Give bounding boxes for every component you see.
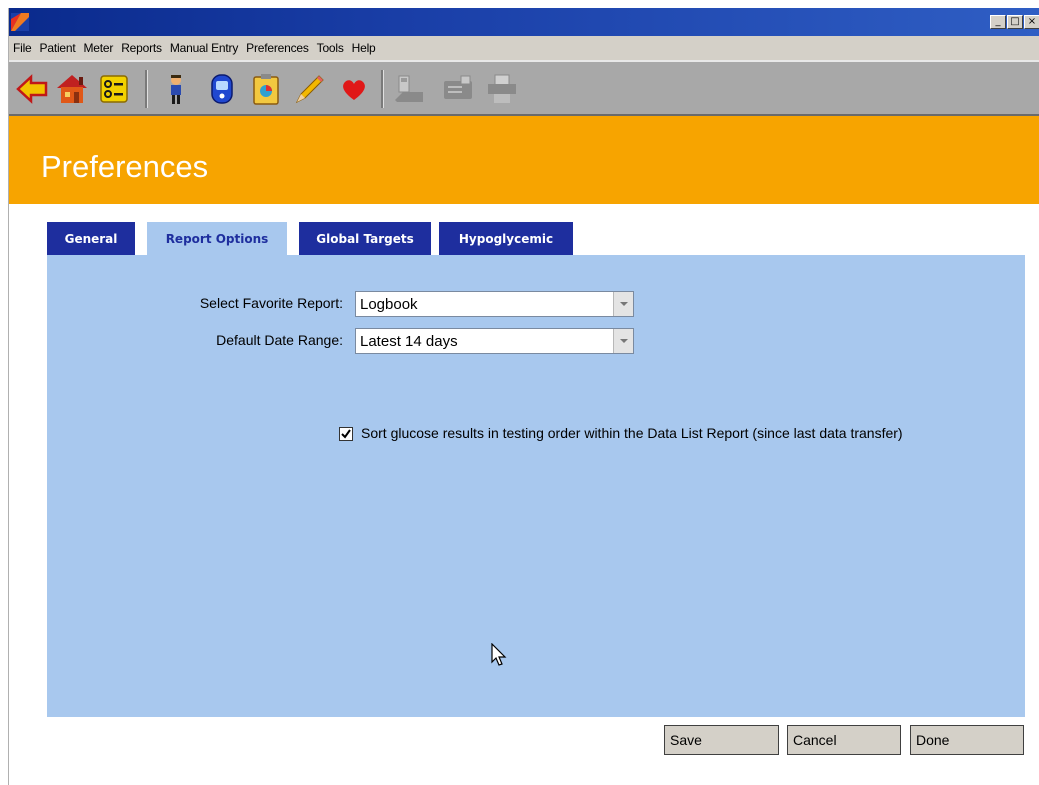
tab-hypoglycemic[interactable]: Hypoglycemic [439,222,573,255]
meter-icon[interactable] [205,72,239,106]
patient-list-icon[interactable] [97,72,131,106]
maximize-button[interactable]: □ [1007,15,1023,29]
sort-results-label[interactable]: Sort glucose results in testing order wi… [361,425,903,441]
favorite-report-select[interactable]: Logbook [355,291,634,317]
home-icon[interactable] [55,72,89,106]
menu-preferences[interactable]: Preferences [242,41,313,55]
toolbar-separator [381,70,384,108]
menu-reports[interactable]: Reports [117,41,166,55]
sort-results-checkbox[interactable] [339,427,353,441]
device-icon[interactable] [393,72,427,106]
back-arrow-icon[interactable] [15,72,49,106]
chevron-down-icon[interactable] [613,329,633,353]
toolbar [9,60,1039,116]
save-button[interactable]: Save [664,725,779,755]
toolbar-separator [145,70,148,108]
app-logo-icon [11,13,29,31]
chevron-down-icon[interactable] [613,292,633,316]
minimize-button[interactable]: _ [990,15,1006,29]
tab-report-options[interactable]: Report Options [147,222,287,257]
tab-general[interactable]: General [47,222,135,255]
menu-tools[interactable]: Tools [313,41,348,55]
favorite-report-label: Select Favorite Report: [199,295,343,311]
menu-bar: File Patient Meter Reports Manual Entry … [9,36,1039,60]
date-range-select[interactable]: Latest 14 days [355,328,634,354]
menu-patient[interactable]: Patient [36,41,80,55]
menu-meter[interactable]: Meter [80,41,118,55]
title-bar[interactable]: _ □ × [9,8,1039,36]
tab-global-targets[interactable]: Global Targets [299,222,431,255]
close-button[interactable]: × [1024,15,1039,29]
favorite-report-value: Logbook [360,296,418,313]
report-icon[interactable] [249,72,283,106]
menu-manual-entry[interactable]: Manual Entry [166,41,242,55]
page-title: Preferences [41,149,209,184]
date-range-label: Default Date Range: [216,332,343,348]
pencil-icon[interactable] [293,72,327,106]
report-options-panel: Select Favorite Report: Logbook Default … [47,255,1025,717]
menu-help[interactable]: Help [348,41,380,55]
heart-icon[interactable] [337,72,371,106]
date-range-value: Latest 14 days [360,333,458,350]
card-reader-icon[interactable] [441,72,475,106]
done-button[interactable]: Done [910,725,1024,755]
app-window: _ □ × File Patient Meter Reports Manual … [8,8,1039,785]
patient-icon[interactable] [159,72,193,106]
checkmark-icon [341,429,351,439]
window-controls: _ □ × [990,15,1039,29]
page-banner: Preferences [9,116,1039,204]
printer-icon[interactable] [485,72,519,106]
mouse-cursor-icon [491,643,507,666]
menu-file[interactable]: File [9,41,36,55]
cancel-button[interactable]: Cancel [787,725,901,755]
